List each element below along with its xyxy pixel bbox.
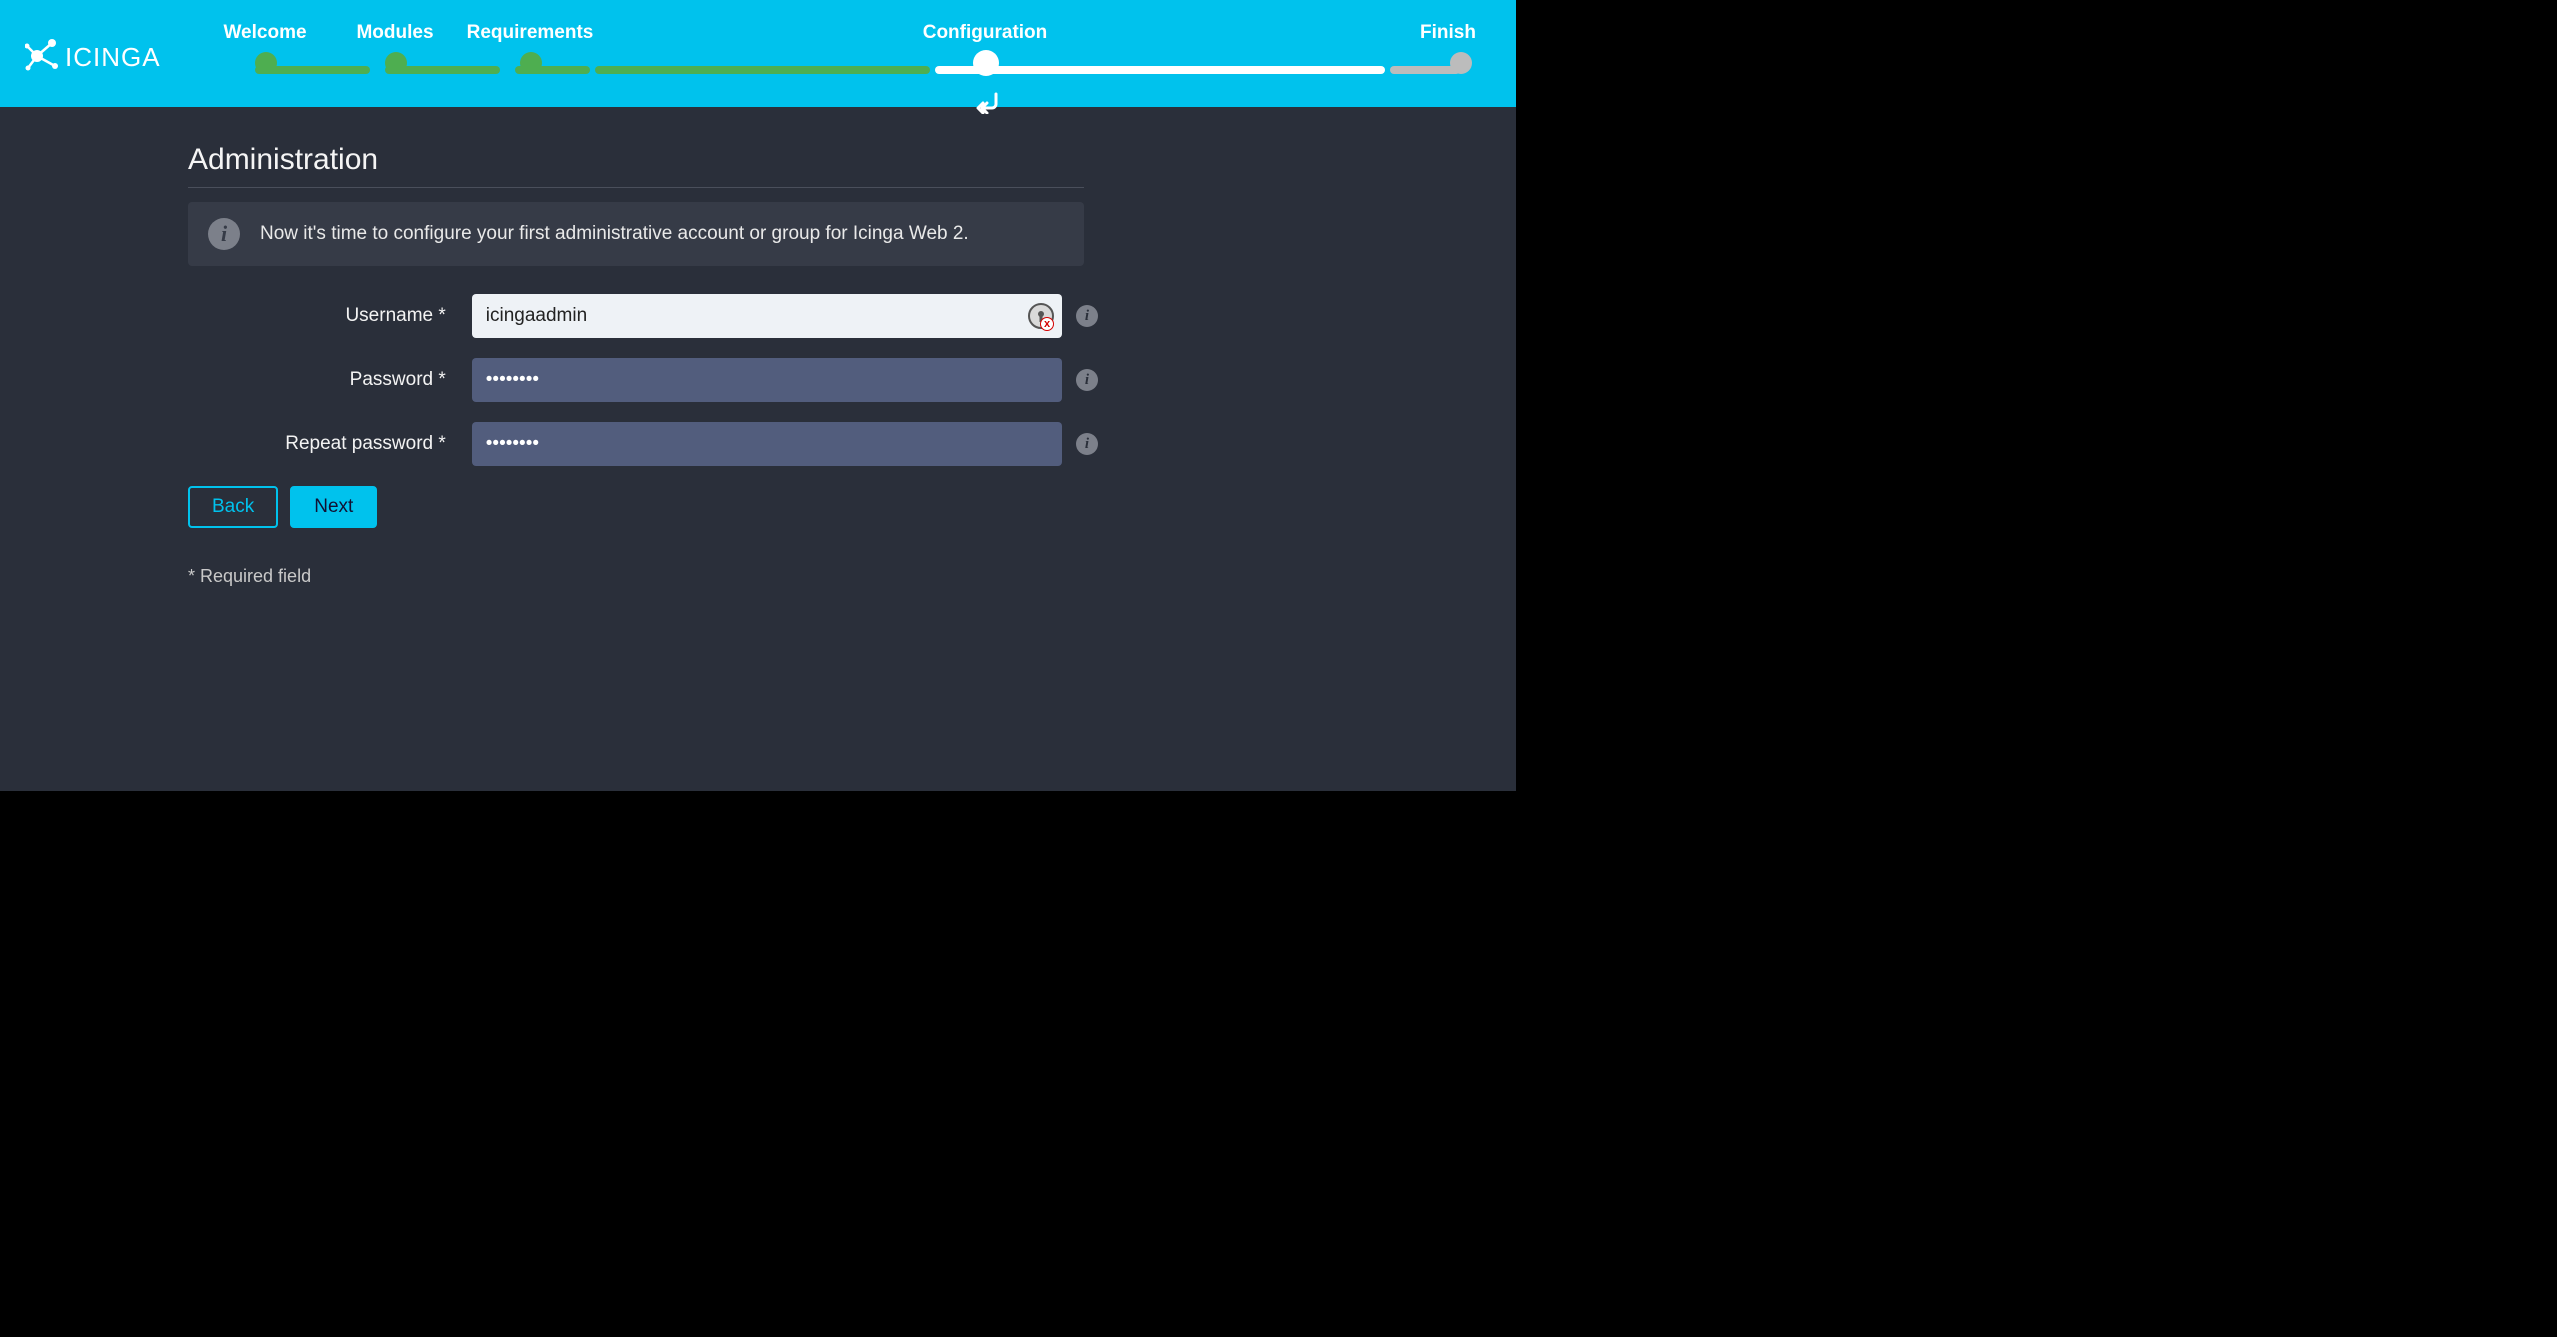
repeat-password-label: Repeat password * — [188, 433, 472, 455]
password-label: Password * — [188, 369, 472, 391]
step-requirements-node[interactable] — [520, 52, 542, 74]
step-requirements-label: Requirements — [467, 22, 594, 44]
wizard-header: ICINGA Welcome Modules Requirements Conf… — [0, 0, 1516, 107]
current-step-indicator-icon — [974, 90, 1000, 121]
page-title: Administration — [188, 143, 1084, 188]
next-button[interactable]: Next — [290, 486, 377, 528]
info-text: Now it's time to configure your first ad… — [260, 223, 969, 245]
credential-manager-icon[interactable] — [1028, 303, 1054, 329]
step-welcome-node[interactable] — [255, 52, 277, 74]
info-banner: i Now it's time to configure your first … — [188, 202, 1084, 266]
step-configuration-label: Configuration — [923, 22, 1048, 44]
step-modules-node[interactable] — [385, 52, 407, 74]
step-modules-label: Modules — [356, 22, 433, 44]
repeat-password-input[interactable] — [472, 422, 1062, 466]
step-finish-label: Finish — [1420, 22, 1476, 44]
step-configuration-node[interactable] — [973, 50, 999, 76]
logo-text: ICINGA — [65, 42, 161, 72]
info-icon: i — [208, 218, 240, 250]
step-welcome-label: Welcome — [223, 22, 306, 44]
step-finish-node[interactable] — [1450, 52, 1472, 74]
repeat-password-help-icon[interactable]: i — [1076, 433, 1098, 455]
required-field-note: * Required field — [188, 566, 1100, 587]
username-help-icon[interactable]: i — [1076, 305, 1098, 327]
username-input[interactable] — [472, 294, 1062, 338]
password-help-icon[interactable]: i — [1076, 369, 1098, 391]
app-logo: ICINGA — [25, 34, 175, 78]
wizard-steps: Welcome Modules Requirements Configurati… — [225, 22, 1491, 76]
admin-form: Username * i Password * i Repeat passwor… — [188, 294, 1098, 466]
password-input[interactable] — [472, 358, 1062, 402]
username-label: Username * — [188, 305, 472, 327]
back-button[interactable]: Back — [188, 486, 278, 528]
